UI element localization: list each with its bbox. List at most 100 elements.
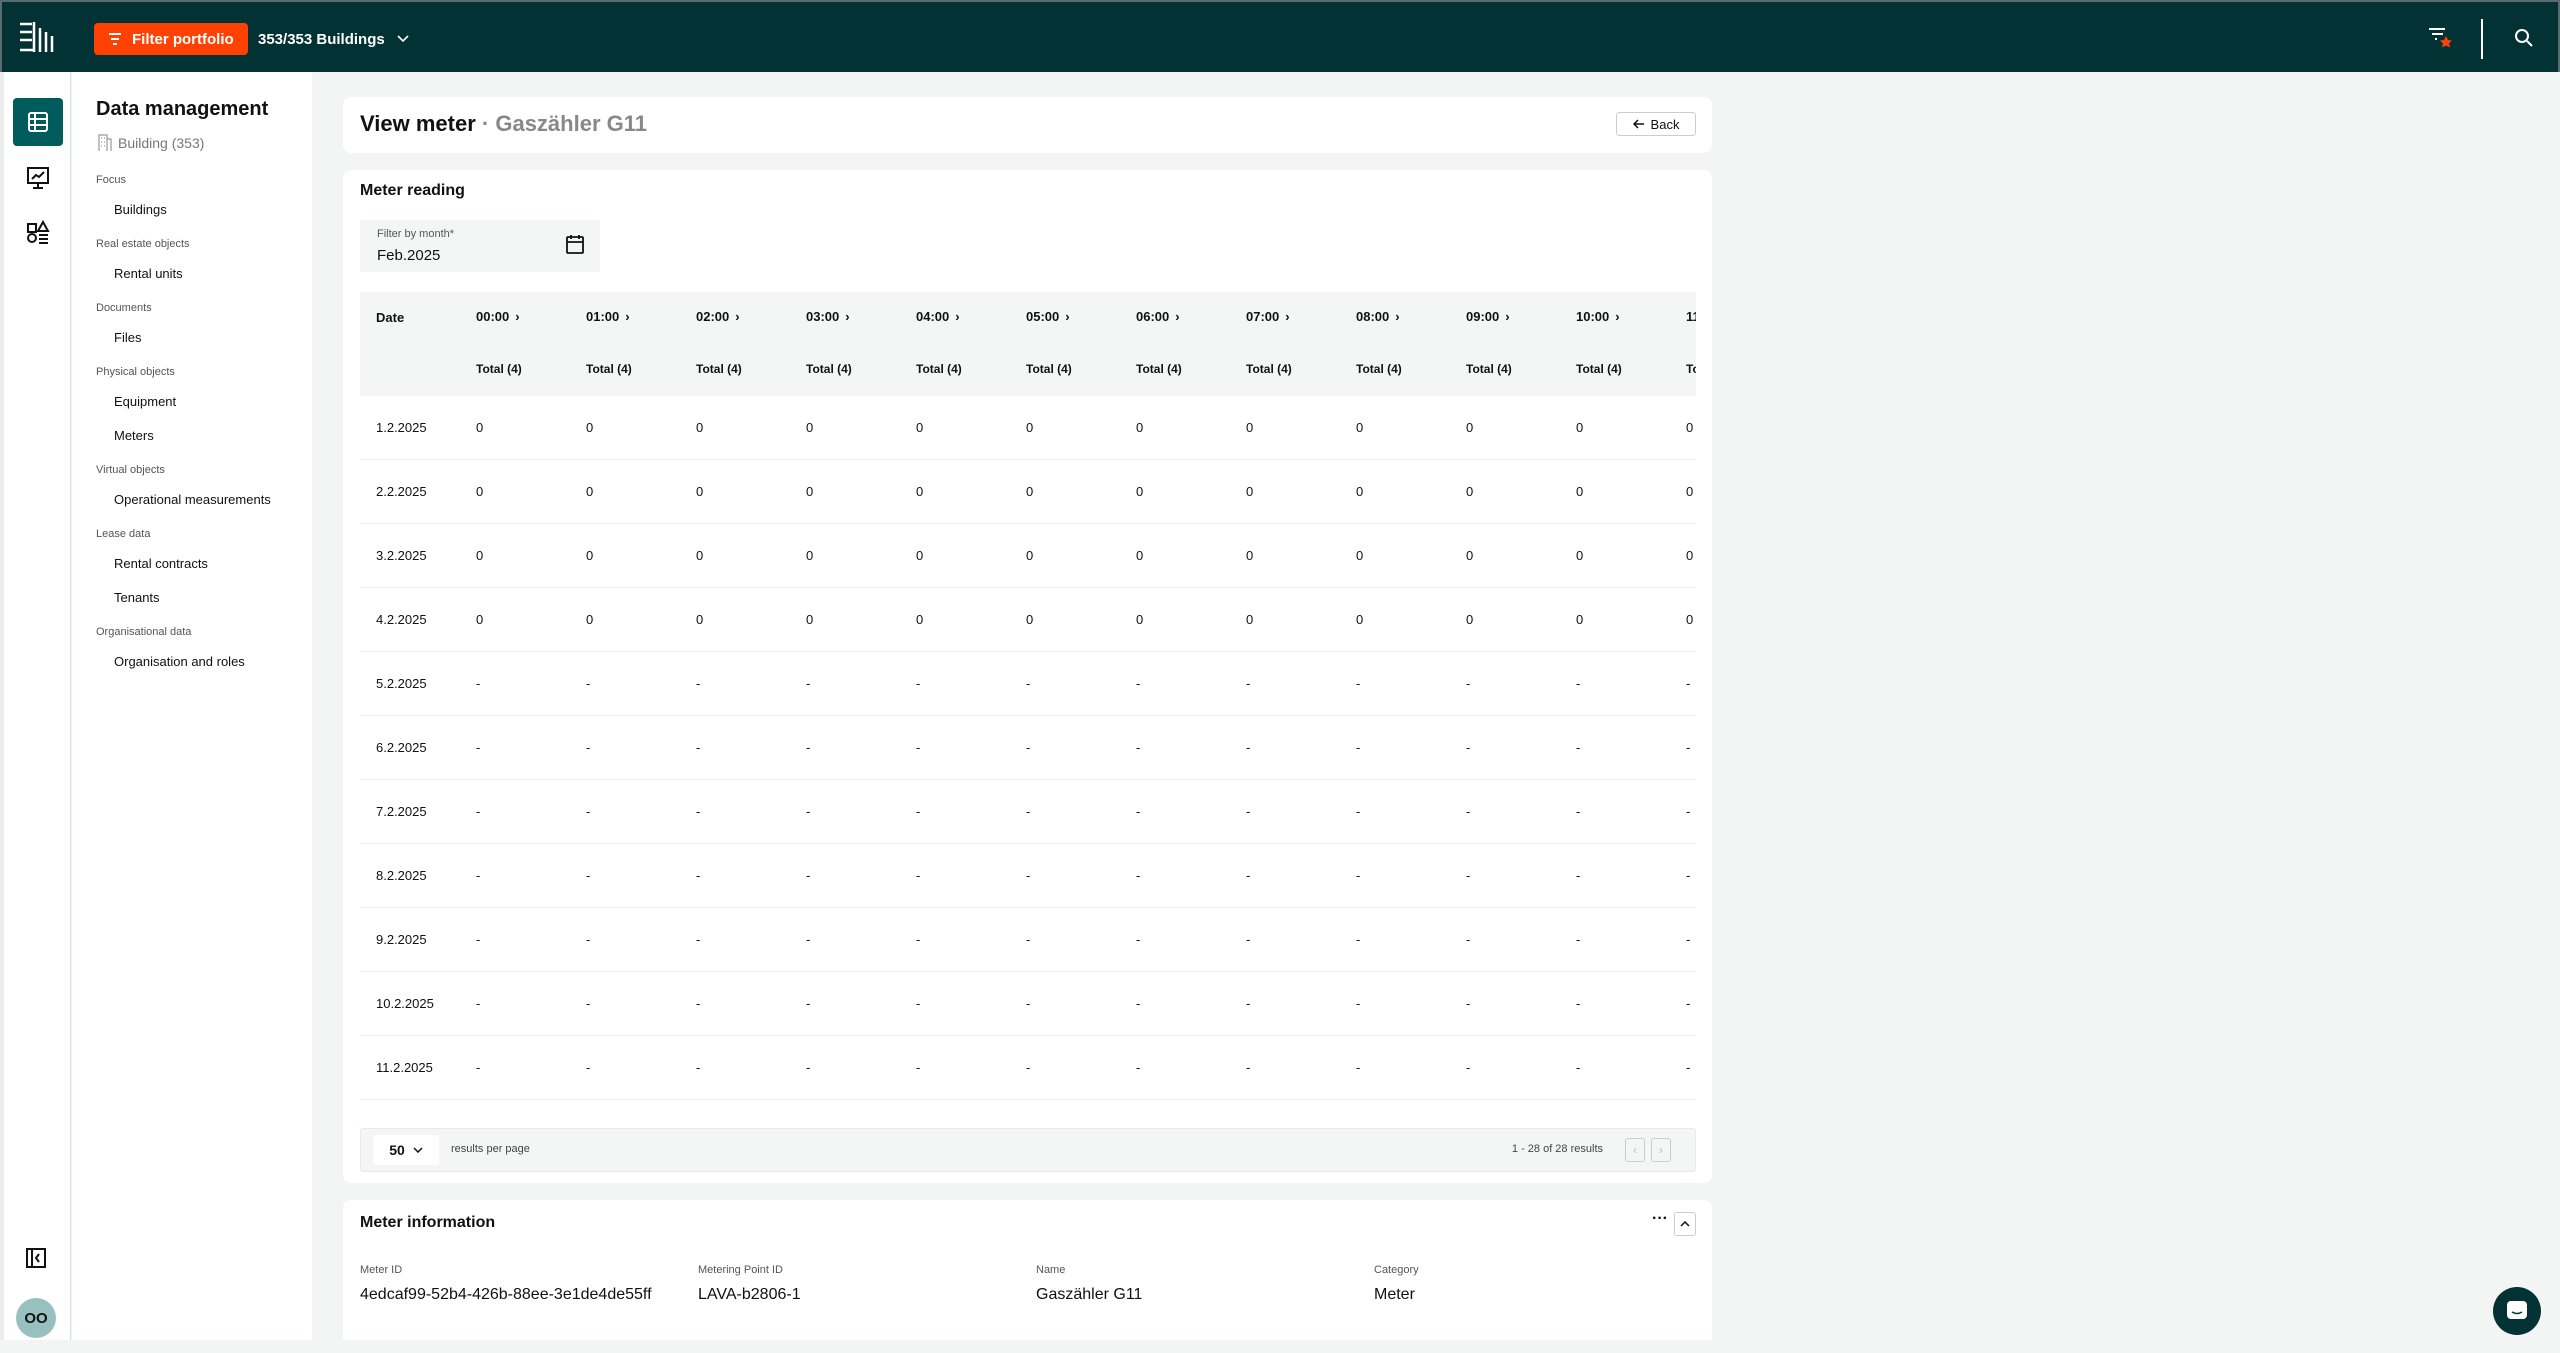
table-row: 6.2.2025 - - - - - - - - - - - - [360,716,1696,780]
rail-objects[interactable] [20,208,56,256]
user-avatar[interactable]: OO [16,1298,56,1338]
per-page-select[interactable]: 50 [373,1135,439,1165]
hour-column-header[interactable]: 04:00 › [916,309,960,324]
sidebar-section-label: Real estate objects [96,238,190,250]
chevron-right-icon: › [845,309,850,324]
filter-portfolio-button[interactable]: Filter portfolio [94,23,248,55]
value-cell: - [916,804,921,819]
table-icon [28,112,48,132]
value-cell: 0 [806,420,814,435]
date-cell: 1.2.2025 [376,420,427,435]
hour-column-header[interactable]: 01:00 › [586,309,630,324]
date-cell: 2.2.2025 [376,484,427,499]
value-cell: - [806,868,811,883]
sidebar-item[interactable]: Rental contracts [96,554,306,588]
more-options-icon[interactable]: ··· [1652,1210,1668,1228]
chevron-right-icon: › [1065,309,1070,324]
value-cell: 0 [696,484,704,499]
date-cell: 10.2.2025 [376,996,434,1011]
meter-reading-table: Date 00:00 › Total (4) 01:00 › Total (4) 02:00 ›… [360,292,1696,1100]
hour-column-header[interactable]: 05:00 › [1026,309,1070,324]
value-cell: 0 [1356,612,1364,627]
value-cell: 0 [1686,484,1694,499]
value-cell: - [1686,932,1691,947]
chat-button[interactable] [2493,1287,2541,1335]
sidebar-item[interactable]: Rental units [96,264,306,298]
hour-label: 06:00 [1136,309,1170,324]
sub-column-header: Total (4) [1686,362,1696,376]
field-value: 4edcaf99-52b4-426b-88ee-3e1de4de55ff [360,1286,652,1303]
value-cell: - [916,868,921,883]
value-cell: 0 [1136,612,1144,627]
value-cell: - [806,676,811,691]
hour-label: 05:00 [1026,309,1060,324]
field-value: LAVA-b2806-1 [698,1286,801,1303]
rail-analytics[interactable] [20,154,56,202]
hour-column-header[interactable]: 06:00 › [1136,309,1180,324]
logo-icon[interactable] [16,20,56,56]
buildings-selector[interactable]: 353/353 Buildings [258,23,409,55]
meter-information-card: Meter information ··· Meter ID 4edcaf99-5… [343,1200,1712,1340]
sub-column-header: Total (4) [1246,362,1292,376]
date-cell: 4.2.2025 [376,612,427,627]
value-cell: - [1686,740,1691,755]
value-cell: - [1356,932,1361,947]
collapse-sidebar-icon[interactable] [26,1248,46,1268]
hour-column-header[interactable]: 00:00 › [476,309,520,324]
value-cell: 0 [916,548,924,563]
sidebar-item[interactable]: Equipment [96,392,306,426]
hour-column-header[interactable]: 10:00 › [1576,309,1620,324]
sub-column-header: Total (4) [586,362,632,376]
value-cell: 0 [1356,548,1364,563]
sidebar-item[interactable]: Files [96,328,306,362]
value-cell: 0 [1136,420,1144,435]
hour-label: 04:00 [916,309,950,324]
filter-icon [109,33,121,45]
sidebar: Data management Building (353) Focus Buil… [72,72,312,1340]
favorite-filter-icon[interactable] [2428,26,2454,50]
search-icon[interactable] [2514,28,2534,48]
field-label: Name [1036,1264,1066,1276]
prev-page-button[interactable]: ‹ [1625,1138,1645,1162]
value-cell: 0 [1026,612,1034,627]
sidebar-item[interactable]: Buildings [96,200,306,234]
chevron-down-icon [397,35,409,43]
hour-column-header[interactable]: 09:00 › [1466,309,1510,324]
back-button[interactable]: Back [1616,112,1696,136]
building-count[interactable]: Building (353) [98,134,204,152]
sidebar-section-label: Virtual objects [96,464,165,476]
hour-label: 07:00 [1246,309,1280,324]
value-cell: 0 [1466,548,1474,563]
chevron-right-icon: › [1659,1143,1663,1157]
hour-column-header[interactable]: 02:00 › [696,309,740,324]
value-cell: - [696,932,701,947]
value-cell: - [476,996,481,1011]
date-cell: 3.2.2025 [376,548,427,563]
value-cell: - [1576,1060,1581,1075]
value-cell: - [586,740,591,755]
value-cell: 0 [1686,612,1694,627]
hour-column-header[interactable]: 11:00› [1686,309,1696,324]
hour-column-header[interactable]: 08:00 › [1356,309,1400,324]
sidebar-item[interactable]: Operational measurements [96,490,306,524]
value-cell: - [1466,804,1471,819]
value-cell: - [806,932,811,947]
next-page-button[interactable]: › [1651,1138,1671,1162]
value-cell: - [1246,932,1251,947]
value-cell: - [1026,740,1031,755]
chat-icon [2507,1301,2527,1319]
value-cell: - [1686,1060,1691,1075]
value-cell: - [916,996,921,1011]
chevron-right-icon: › [1395,309,1400,324]
calendar-icon[interactable] [566,234,584,254]
field-value: Gaszähler G11 [1036,1286,1143,1303]
sidebar-item[interactable]: Organisation and roles [96,652,306,686]
collapse-button[interactable] [1674,1212,1696,1236]
hour-column-header[interactable]: 07:00 › [1246,309,1290,324]
month-filter-input[interactable]: Filter by month* Feb.2025 [360,220,600,272]
hour-label: 08:00 [1356,309,1390,324]
sidebar-item[interactable]: Tenants [96,588,306,622]
rail-data-management[interactable] [13,98,63,146]
sidebar-item[interactable]: Meters [96,426,306,460]
hour-column-header[interactable]: 03:00 › [806,309,850,324]
